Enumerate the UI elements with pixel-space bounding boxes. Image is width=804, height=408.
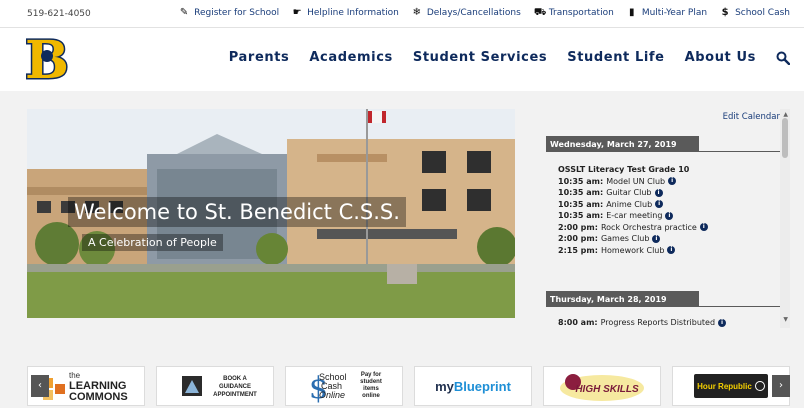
hand-icon: ☛ [292, 7, 302, 18]
multi-year-plan-link[interactable]: ▮ Multi-Year Plan [627, 7, 707, 19]
info-icon[interactable]: i [652, 234, 661, 243]
nav-parents[interactable]: Parents [229, 50, 290, 65]
register-link[interactable]: ✎ Register for School [179, 7, 279, 19]
circle-icon [754, 381, 765, 391]
hour-republic-logo: Hour Republic [694, 374, 768, 398]
svg-text:GUIDANCE: GUIDANCE [219, 384, 251, 390]
hero-title: Welcome to St. Benedict C.S.S. [68, 197, 406, 227]
calendar-event[interactable]: 10:35 am: E-car meeting i [558, 210, 708, 222]
calendar-event[interactable]: 8:00 am: Progress Reports Distributed i [558, 317, 727, 328]
site-header: B Parents Academics Student Services Stu… [0, 28, 804, 91]
snowflake-icon: ❄ [412, 7, 422, 18]
svg-text:the: the [69, 371, 81, 380]
nav-academics[interactable]: Academics [309, 50, 393, 65]
hero-subtitle: A Celebration of People [82, 234, 223, 251]
scroll-down-icon[interactable]: ▼ [783, 316, 788, 323]
edit-calendar-link[interactable]: Edit Calendar [723, 112, 780, 122]
quick-links-carousel: the LEARNING COMMONS ‹ BOOK A GUIDANCE A… [27, 366, 790, 406]
myblueprint-tile[interactable]: my Blueprint [414, 366, 532, 406]
delays-link[interactable]: ❄ Delays/Cancellations [412, 7, 521, 19]
car-icon: ⛟ [533, 7, 547, 18]
svg-text:COMMONS: COMMONS [69, 391, 128, 403]
school-cash-logo: $ School Cash Online Pay for student ite… [309, 371, 382, 404]
phone-number: 519-621-4050 [27, 9, 91, 19]
info-icon[interactable]: i [655, 200, 664, 209]
calendar-event[interactable]: 10:35 am: Anime Club i [558, 199, 708, 211]
school-logo[interactable]: B [26, 34, 68, 82]
calendar-day-header: Wednesday, March 27, 2019 [546, 136, 699, 151]
scroll-thumb[interactable] [782, 118, 788, 158]
search-icon[interactable] [776, 51, 790, 65]
nav-student-life[interactable]: Student Life [567, 50, 664, 65]
info-icon[interactable]: i [699, 223, 708, 232]
svg-text:online: online [362, 393, 380, 399]
calendar-divider [546, 306, 782, 307]
calendar-event[interactable]: OSSLT Literacy Test Grade 10 [558, 164, 708, 176]
calendar-event[interactable]: 10:35 am: Model UN Club i [558, 176, 708, 188]
edit-icon: ✎ [179, 7, 189, 18]
hero-banner: Welcome to St. Benedict C.S.S. A Celebra… [27, 109, 515, 318]
svg-text:APPOINTMENT: APPOINTMENT [213, 392, 257, 398]
info-icon[interactable]: i [667, 246, 676, 255]
nav-about-us[interactable]: About Us [685, 50, 756, 65]
calendar-event[interactable]: 2:00 pm: Games Club i [558, 233, 708, 245]
info-icon[interactable]: i [654, 188, 663, 197]
calendar-day-header: Thursday, March 28, 2019 [546, 291, 699, 306]
info-icon[interactable]: i [668, 177, 677, 186]
calendar-event-list: OSSLT Literacy Test Grade 10 10:35 am: Mo… [558, 164, 708, 256]
calendar-event[interactable]: 2:00 pm: Rock Orchestra practice i [558, 222, 708, 234]
svg-text:BOOK A: BOOK A [223, 376, 247, 382]
book-icon: ▮ [629, 7, 635, 18]
carousel-next-button[interactable]: › [772, 375, 790, 397]
svg-text:items: items [363, 386, 379, 392]
calendar-event-list: 8:00 am: Progress Reports Distributed i [558, 317, 727, 328]
school-cash-tile[interactable]: $ School Cash Online Pay for student ite… [285, 366, 403, 406]
high-skills-tile[interactable]: HIGH SKILLS [543, 366, 661, 406]
svg-text:student: student [360, 379, 382, 385]
helpline-link[interactable]: ☛ Helpline Information [292, 7, 399, 19]
transportation-link[interactable]: ⛟ Transportation [533, 7, 614, 19]
calendar-divider [546, 151, 782, 152]
info-icon[interactable]: i [718, 318, 727, 327]
utility-links: ✎ Register for School ☛ Helpline Informati… [179, 7, 790, 19]
calendar-event[interactable]: 10:35 am: Guitar Club i [558, 187, 708, 199]
guidance-tile[interactable]: BOOK A GUIDANCE APPOINTMENT [156, 366, 274, 406]
svg-text:Online: Online [319, 390, 345, 400]
info-icon[interactable]: i [665, 211, 674, 220]
svg-text:HIGH SKILLS: HIGH SKILLS [575, 384, 639, 395]
calendar-scrollbar[interactable]: ▲ ▼ [780, 109, 790, 328]
dollar-icon: $ [721, 7, 729, 18]
high-skills-logo: HIGH SKILLS [560, 374, 644, 401]
calendar-event[interactable]: 2:15 pm: Homework Club i [558, 245, 708, 257]
scroll-up-icon[interactable]: ▲ [783, 111, 788, 118]
nav-student-services[interactable]: Student Services [413, 50, 547, 65]
carousel-prev-button[interactable]: ‹ [31, 375, 49, 397]
main-navigation: Parents Academics Student Services Stude… [229, 50, 790, 65]
school-cash-link[interactable]: $ School Cash [720, 7, 790, 19]
calendar-widget: Edit Calendar Wednesday, March 27, 2019 … [540, 109, 790, 328]
top-utility-bar: 519-621-4050 ✎ Register for School ☛ Helpl… [0, 0, 804, 28]
svg-text:Pay for: Pay for [361, 372, 382, 378]
guidance-logo: BOOK A GUIDANCE APPOINTMENT [182, 376, 257, 398]
